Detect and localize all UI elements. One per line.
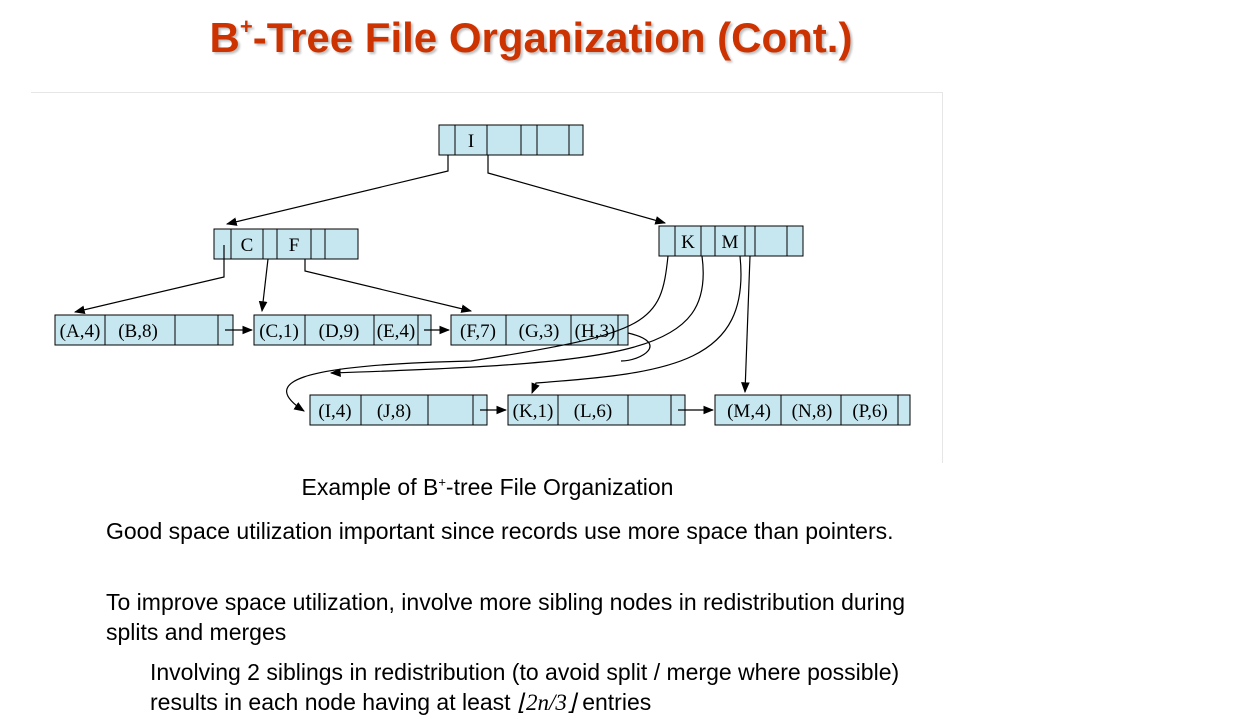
internal-key: F <box>289 235 300 256</box>
leaf-node: (M,4) (N,8) (P,6) <box>714 394 911 426</box>
internal-node-right: K M <box>658 225 804 257</box>
leaf-record: (D,9) <box>319 321 360 342</box>
leaf-node: (I,4) (J,8) <box>309 394 488 426</box>
root-node: I <box>438 124 584 156</box>
internal-node-left: C F <box>213 228 359 260</box>
leaf-record: (N,8) <box>792 401 833 422</box>
leaf-node: (K,1) (L,6) <box>507 394 686 426</box>
leaf-record: (G,3) <box>519 321 560 342</box>
leaf-record: (C,1) <box>259 321 299 342</box>
leaf-record: (M,4) <box>727 401 771 422</box>
leaf-record: (F,7) <box>460 321 496 342</box>
internal-key: M <box>722 232 739 253</box>
leaf-record: (E,4) <box>377 321 416 342</box>
leaf-record: (J,8) <box>377 401 411 422</box>
leaf-node: (C,1) (D,9) (E,4) <box>253 314 432 346</box>
internal-key: C <box>241 235 254 256</box>
leaf-node: (F,7) (G,3) (H,3) <box>450 314 629 346</box>
leaf-record: (P,6) <box>852 401 887 422</box>
root-key: I <box>468 131 474 152</box>
slide-title: B+-Tree File Organization (Cont.) <box>209 14 853 61</box>
leaf-record: (I,4) <box>318 401 351 422</box>
bplus-tree-figure: I C F K M (A,4) (B,8) (C,1) (D,9) (E,4) … <box>31 92 943 463</box>
figure-caption: Example of B+-tree File Organization <box>301 474 674 500</box>
sub-bullet-two-siblings: Involving 2 siblings in redistribution (… <box>150 659 900 715</box>
leaf-node: (A,4) (B,8) <box>54 314 234 346</box>
leaf-record: (L,6) <box>574 401 613 422</box>
bullet-sibling-redistribution: To improve space utilization, involve mo… <box>106 589 906 645</box>
bplus-tree-diagram: I C F K M (A,4) (B,8) (C,1) (D,9) (E,4) … <box>54 124 911 426</box>
bullet-space-utilization: Good space utilization important since r… <box>106 518 894 544</box>
leaf-record: (B,8) <box>118 321 158 342</box>
leaf-record: (K,1) <box>513 401 554 422</box>
leaf-record: (H,3) <box>575 321 616 342</box>
internal-key: K <box>681 232 695 253</box>
leaf-record: (A,4) <box>60 321 101 342</box>
tree-pointers <box>73 155 751 415</box>
